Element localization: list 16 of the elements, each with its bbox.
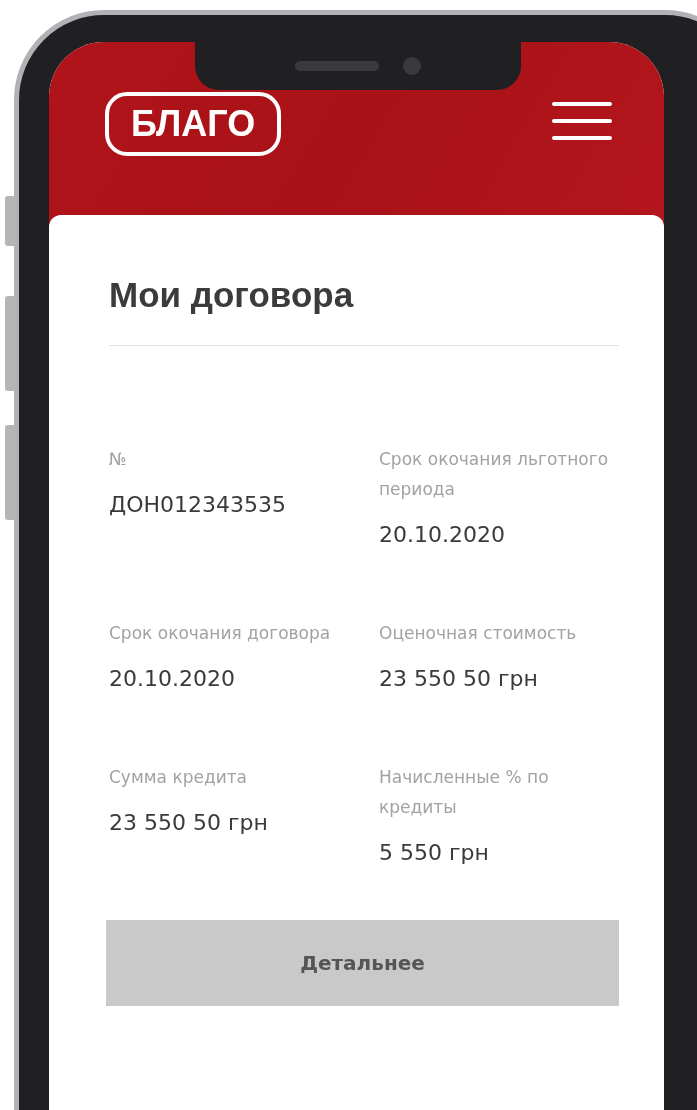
menu-icon[interactable] — [552, 102, 612, 140]
field-label: Срок окочания льготного периода — [379, 448, 609, 501]
logo[interactable]: БЛАГО — [105, 92, 282, 156]
field-value: ДОН012343535 — [109, 491, 288, 519]
details-button[interactable]: Детальнее — [106, 920, 619, 1006]
page-title: Мои договора — [109, 274, 355, 316]
field-label: Сумма кредита — [109, 766, 249, 789]
field-value: 20.10.2020 — [109, 665, 236, 693]
field-label: Начисленные % по кредиты — [379, 766, 550, 819]
field-value: 23 550 50 грн — [379, 665, 539, 693]
field-value: 20.10.2020 — [379, 521, 506, 549]
field-label: Срок окочания договора — [109, 622, 332, 645]
field-value: 5 550 грн — [379, 839, 490, 867]
field-label: Оценочная стоимость — [379, 622, 578, 645]
field-value: 23 550 50 грн — [109, 809, 269, 837]
field-label: № — [109, 448, 128, 471]
